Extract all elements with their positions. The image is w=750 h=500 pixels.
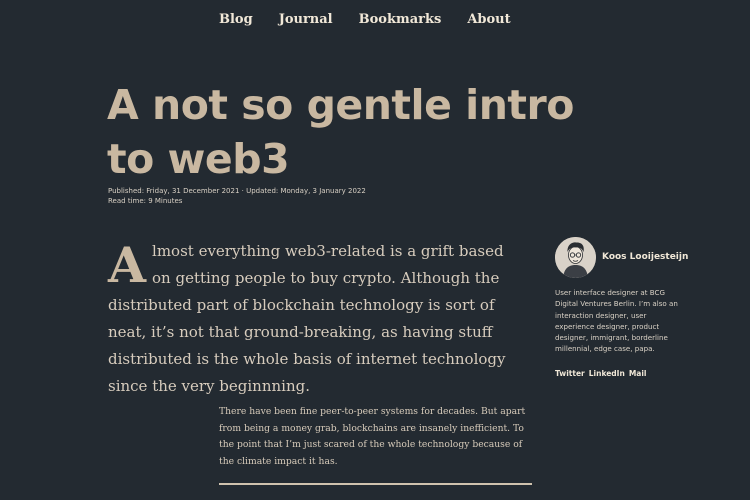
section-divider — [219, 483, 532, 485]
linkedin-link[interactable]: LinkedIn — [589, 369, 625, 378]
lead-paragraph: Almost everything web3-related is a grif… — [108, 238, 508, 400]
body-paragraph: There have been fine peer-to-peer system… — [219, 406, 526, 467]
nav-bookmarks[interactable]: Bookmarks — [359, 12, 442, 27]
nav-blog[interactable]: Blog — [219, 12, 253, 27]
article-meta: Published: Friday, 31 December 2021 · Up… — [108, 186, 366, 206]
author-name: Koos Looijesteijn — [602, 252, 689, 262]
published-date: Published: Friday, 31 December 2021 · Up… — [108, 187, 366, 195]
social-links: Twitter LinkedIn Mail — [555, 369, 646, 378]
nav-about[interactable]: About — [467, 12, 510, 27]
twitter-link[interactable]: Twitter — [555, 369, 585, 378]
page-title: A not so gentle intro to web3 — [107, 81, 574, 183]
read-time: Read time: 9 Minutes — [108, 197, 183, 205]
lead-text: lmost everything web3-related is a grift… — [108, 242, 506, 395]
drop-cap: A — [108, 236, 147, 294]
main-nav: Blog Journal Bookmarks About — [219, 12, 511, 27]
mail-link[interactable]: Mail — [629, 369, 647, 378]
author-avatar — [555, 237, 596, 278]
author-bio: User interface designer at BCG Digital V… — [555, 288, 678, 354]
nav-journal[interactable]: Journal — [279, 12, 333, 27]
